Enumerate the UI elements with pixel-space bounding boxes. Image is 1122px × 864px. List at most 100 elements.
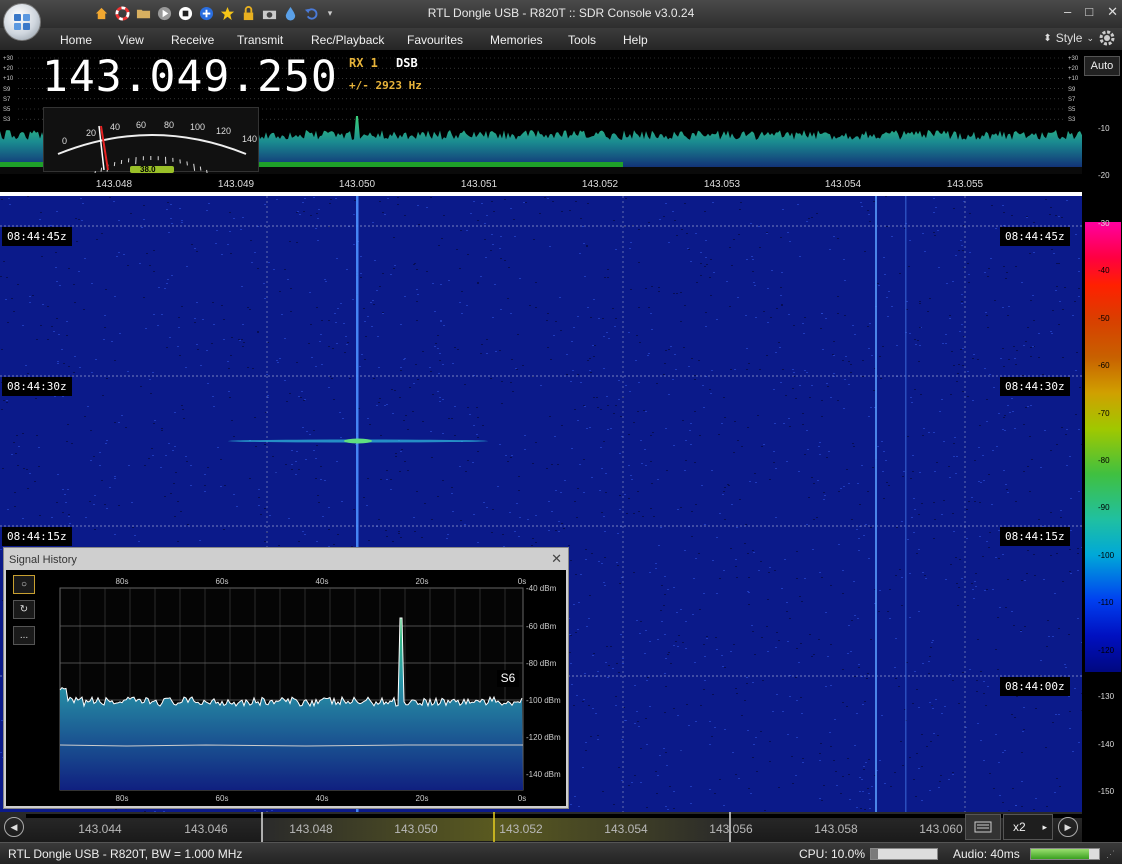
style-menu[interactable]: Style [1056,31,1083,45]
zoom-selector[interactable]: x2 ▸ [1003,814,1053,840]
dbm-label: -60 dBm [526,622,557,631]
band-frequency-label: 143.046 [184,822,228,836]
zoom-value: x2 [1013,820,1026,834]
menu-home[interactable]: Home [60,33,92,47]
db-scale-label: -40 [1098,266,1110,275]
scale-label: S5 [3,107,11,114]
app-logo-icon [14,14,30,30]
title-bar: ▾ RTL Dongle USB - R820T :: SDR Console … [0,0,1122,28]
audio-meter [1030,848,1100,860]
dbm-label: -140 dBm [526,770,561,779]
scale-label: +10 [3,76,14,83]
spectrum-right-scale: +30 +20 +10 S9 S7 S5 S3 [1068,54,1078,125]
close-button[interactable]: ✕ [1107,4,1118,20]
menu-tools[interactable]: Tools [568,33,596,47]
rx-label: RX 1 [349,56,378,70]
frequency-tick-label: 143.048 [95,179,133,190]
frequency-tick-label: 143.050 [338,179,376,190]
resize-grip-icon: ⋰ [1106,849,1115,859]
ribbon-menu: Home View Receive Transmit Rec/Playback … [0,28,1122,50]
menu-rec-playback[interactable]: Rec/Playback [311,33,384,47]
scale-label: S7 [1068,96,1076,103]
waterfall-timestamp: 08:44:00z [1000,677,1070,696]
mode-label[interactable]: DSB [396,56,418,70]
scale-label: S3 [1068,117,1076,124]
meter-scale-label: 120 [216,126,232,136]
time-label: 20s [416,577,429,586]
status-bar: RTL Dongle USB - R820T, BW = 1.000 MHz C… [0,842,1122,864]
band-frequency-label: 143.058 [814,822,858,836]
menu-transmit[interactable]: Transmit [237,33,283,47]
frequency-tick-label: 143.049 [217,179,255,190]
splitter-bar[interactable] [0,192,1082,196]
scale-label: S3 [3,117,11,124]
scale-label: S7 [3,96,11,103]
dbm-label: -100 dBm [526,696,561,705]
waterfall-timestamp: 08:44:45z [2,227,72,246]
signal-history-chart: 80s80s60s60s40s40s20s20s0s0s-40 dBm-60 d… [59,577,561,803]
time-label: 60s [216,577,229,586]
db-scale-label: -100 [1098,551,1115,560]
frequency-tick-label: 143.055 [946,179,984,190]
band-frequency-label: 143.052 [499,822,543,836]
time-label: 60s [216,794,229,803]
scale-label: +30 [3,56,14,62]
db-scale-label: -140 [1098,740,1115,749]
db-scale-label: -60 [1098,361,1110,370]
menu-receive[interactable]: Receive [171,33,214,47]
chevron-right-icon: ▸ [1042,822,1047,832]
maximize-button[interactable]: □ [1085,4,1093,20]
db-scale-label: -150 [1098,787,1115,796]
scale-label: S9 [1068,86,1076,93]
keyboard-icon[interactable] [965,814,1001,840]
meter-scale-label: 140 [242,134,258,144]
menu-favourites[interactable]: Favourites [407,33,463,47]
auto-button[interactable]: Auto [1084,56,1120,76]
reset-button[interactable]: ↻ [13,600,35,619]
band-frequency-label: 143.048 [289,822,333,836]
db-scale-label: -130 [1098,692,1115,701]
scale-label: +20 [1068,66,1079,73]
band-frequency-label: 143.056 [709,822,753,836]
frequency-display[interactable]: 143.049.250 [42,52,338,102]
updown-icon[interactable]: ⬍ [1043,33,1051,44]
db-scale-label: -80 [1098,456,1110,465]
band-frequency-label: 143.050 [394,822,438,836]
meter-scale-label: 100 [190,122,206,132]
scale-label: S5 [1068,107,1076,114]
db-scale-label: -50 [1098,314,1110,323]
audio-label: Audio: 40ms [953,847,1020,861]
waterfall-timestamp: 08:44:15z [2,527,72,546]
db-scale-label: -70 [1098,409,1110,418]
minimize-button[interactable]: – [1064,4,1071,20]
signal-history-title: Signal History [9,554,77,566]
frequency-tick-label: 143.053 [703,179,741,190]
band-right-button[interactable]: ▶ [1058,817,1078,837]
frequency-tick-label: 143.052 [581,179,619,190]
time-label: 0s [518,794,526,803]
more-button[interactable]: ... [13,626,35,645]
time-label: 40s [316,794,329,803]
record-button[interactable]: ○ [13,575,35,594]
dbm-label: -120 dBm [526,733,561,742]
chevron-down-icon[interactable]: ⌄ [1086,33,1094,44]
menu-view[interactable]: View [118,33,144,47]
meter-scale-label: 0 [62,136,68,146]
scale-label: +10 [1068,76,1079,83]
app-menu-orb[interactable] [3,3,41,41]
scale-label: S9 [3,86,11,93]
waterfall-timestamp: 08:44:45z [1000,227,1070,246]
gear-icon[interactable] [1098,29,1116,47]
frequency-tick-label: 143.054 [824,179,862,190]
band-left-button[interactable]: ◀ [4,817,24,837]
db-scale-label: -90 [1098,503,1110,512]
meter-scale-label: 40 [110,122,121,132]
db-scale-label: -120 [1098,646,1115,655]
signal-history-close-button[interactable]: ✕ [551,551,562,567]
frequency-tick-label: 143.051 [460,179,498,190]
menu-help[interactable]: Help [623,33,648,47]
meter-scale-label: 60 [136,120,147,130]
cpu-label: CPU: 10.0% [799,847,866,861]
menu-memories[interactable]: Memories [490,33,543,47]
time-label: 80s [116,794,129,803]
